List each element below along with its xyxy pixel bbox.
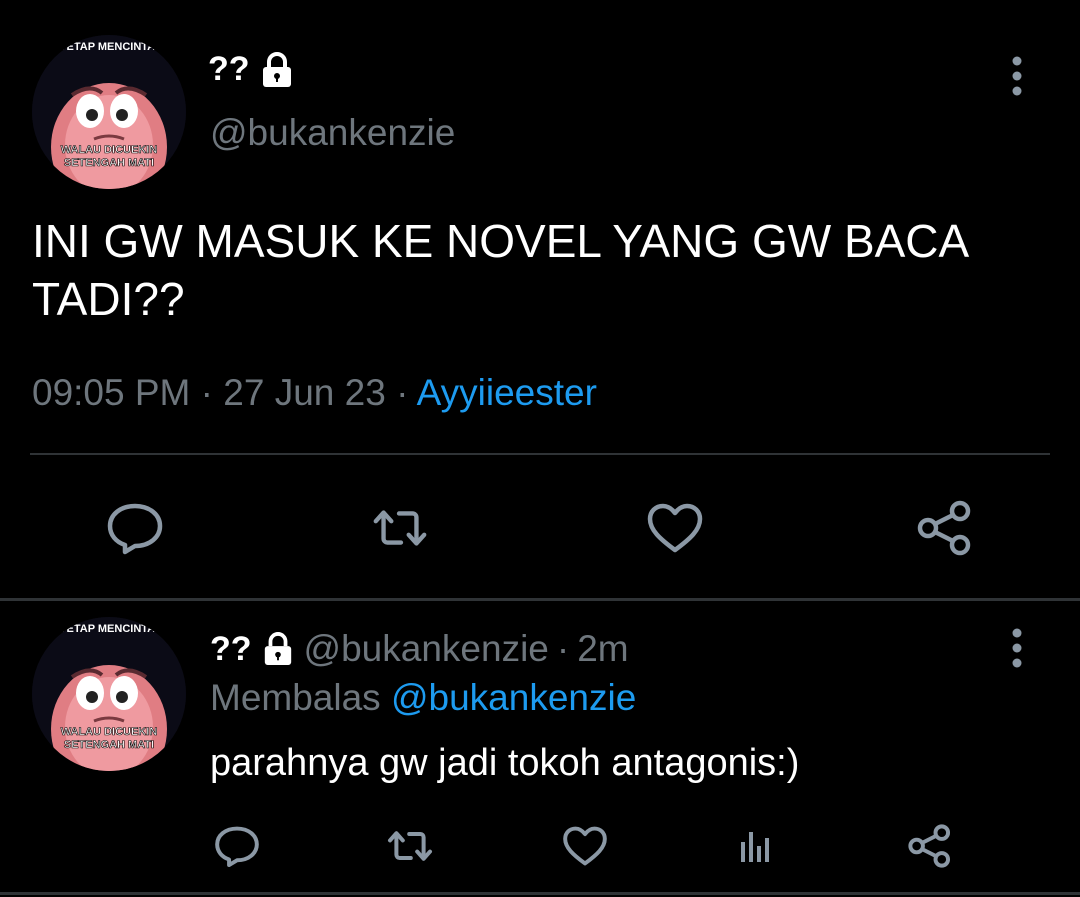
like-icon	[563, 826, 607, 866]
reply-button[interactable]	[105, 500, 165, 556]
retweet-button[interactable]	[385, 822, 435, 870]
author-avatar[interactable]: TETAP MENCINTAI WALAU DICUEKIN SETENGAH …	[32, 35, 186, 189]
retweet-icon	[373, 510, 427, 546]
reply-author-avatar[interactable]: TETAP MENCINTAI WALAU DICUEKIN SETENGAH …	[32, 617, 186, 771]
tweet-meta: 09:05 PM · 27 Jun 23 · Ayyiieester	[32, 372, 597, 414]
author-name[interactable]: ??	[208, 50, 294, 89]
thread-separator	[0, 598, 1080, 601]
more-icon[interactable]	[1004, 627, 1030, 669]
stats-button[interactable]	[730, 822, 780, 870]
replying-to: Membalas @bukankenzie	[210, 677, 636, 719]
divider	[0, 892, 1080, 895]
share-button[interactable]	[905, 822, 955, 870]
like-button[interactable]	[560, 822, 610, 870]
replying-label: Membalas	[210, 677, 381, 718]
stats-icon	[741, 832, 769, 862]
lock-icon	[262, 632, 294, 666]
reply-age: 2m	[577, 628, 629, 669]
meta-separator: ·	[396, 372, 409, 413]
like-icon	[647, 503, 703, 553]
reply-handle[interactable]: @bukankenzie	[304, 628, 549, 670]
share-icon	[917, 500, 971, 556]
avatar-caption-top: TETAP MENCINTAI	[60, 41, 158, 53]
author-handle[interactable]: @bukankenzie	[210, 112, 455, 154]
meta-separator: ·	[200, 372, 213, 413]
avatar-caption-top: TETAP MENCINTAI	[60, 623, 158, 635]
divider	[30, 453, 1050, 455]
share-icon	[908, 824, 951, 868]
display-name: ??	[208, 50, 250, 88]
avatar-caption-bottom-1: WALAU DICUEKIN	[61, 726, 158, 738]
retweet-icon	[388, 831, 432, 861]
avatar-caption-bottom-2: SETENGAH MATI	[64, 739, 154, 751]
replying-to-link[interactable]: @bukankenzie	[391, 677, 636, 718]
reply-icon	[215, 826, 259, 868]
reply-button[interactable]	[212, 822, 262, 870]
meta-separator: ·	[556, 628, 570, 669]
reply-header: ?? @bukankenzie · 2m	[210, 628, 629, 670]
share-button[interactable]	[915, 500, 975, 556]
like-button[interactable]	[645, 500, 705, 556]
reply-display-name[interactable]: ??	[210, 630, 252, 669]
tweet-time: 09:05 PM	[32, 372, 191, 413]
avatar-caption-bottom-2: SETENGAH MATI	[64, 157, 154, 169]
reply-text: parahnya gw jadi tokoh antagonis:)	[210, 742, 800, 784]
avatar-caption-bottom-1: WALAU DICUEKIN	[61, 144, 158, 156]
retweet-button[interactable]	[370, 500, 430, 556]
lock-icon	[260, 51, 294, 88]
tweet-source-link[interactable]: Ayyiieester	[417, 372, 597, 413]
reply-icon	[107, 503, 163, 555]
more-icon[interactable]	[1004, 55, 1030, 97]
tweet-date: 27 Jun 23	[223, 372, 386, 413]
tweet-text: INI GW MASUK KE NOVEL YANG GW BACA TADI?…	[32, 215, 967, 325]
